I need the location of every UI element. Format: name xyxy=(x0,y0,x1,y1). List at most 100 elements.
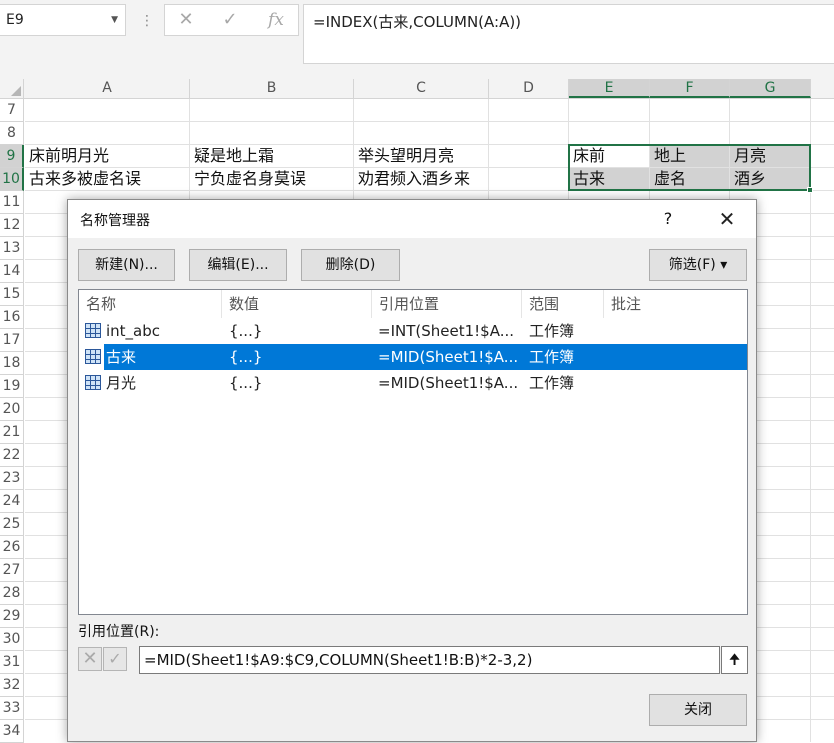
column-header-h[interactable] xyxy=(811,79,834,98)
row-header-32[interactable]: 32 xyxy=(0,674,24,697)
name-box[interactable]: E9 ▼ xyxy=(0,4,126,36)
row-header-19[interactable]: 19 xyxy=(0,375,24,398)
list-item-refers-to: =INT(Sheet1!$A... xyxy=(378,322,514,340)
delete-name-button[interactable]: 删除(D) xyxy=(301,249,400,281)
enter-formula-icon[interactable]: ✓ xyxy=(215,5,245,35)
cell-f10[interactable]: 虚名 xyxy=(650,168,729,190)
fill-handle[interactable] xyxy=(807,187,813,193)
row-header-24[interactable]: 24 xyxy=(0,490,24,513)
confirm-edit-icon[interactable]: ✓ xyxy=(103,647,127,671)
collapse-dialog-icon[interactable]: 🠉 xyxy=(721,646,748,674)
refers-to-label: 引用位置(R): xyxy=(78,624,160,640)
formula-bar-grip-icon[interactable]: ⋮ xyxy=(140,10,154,32)
list-item-scope: 工作簿 xyxy=(529,322,575,340)
list-item-scope: 工作簿 xyxy=(529,348,575,366)
row-header-25[interactable]: 25 xyxy=(0,513,24,536)
row-header-28[interactable]: 28 xyxy=(0,582,24,605)
filter-button[interactable]: 筛选(F) ▾ xyxy=(649,249,747,281)
formula-bar: E9 ▼ ⋮ ✕ ✓ fx =INDEX(古来,COLUMN(A:A)) xyxy=(0,0,834,80)
insert-function-icon[interactable]: fx xyxy=(261,5,291,35)
row-header-22[interactable]: 22 xyxy=(0,444,24,467)
named-range-icon xyxy=(85,349,101,364)
row-header-10[interactable]: 10 xyxy=(0,168,24,191)
select-all-button[interactable] xyxy=(0,79,24,98)
row-header-8[interactable]: 8 xyxy=(0,122,24,145)
cancel-formula-icon[interactable]: ✕ xyxy=(171,5,201,35)
row-header-20[interactable]: 20 xyxy=(0,398,24,421)
row-header-29[interactable]: 29 xyxy=(0,605,24,628)
cell-a10[interactable]: 古来多被虚名误 xyxy=(25,168,189,190)
cell-c9[interactable]: 举头望明月亮 xyxy=(354,145,488,167)
named-range-icon xyxy=(85,323,101,338)
row-header-9[interactable]: 9 xyxy=(0,145,24,168)
column-header-b[interactable]: B xyxy=(190,79,354,98)
list-item-name: 月光 xyxy=(106,374,137,392)
cell-e10[interactable]: 古来 xyxy=(569,168,649,190)
gridline xyxy=(810,99,811,742)
row-header-16[interactable]: 16 xyxy=(0,306,24,329)
new-name-button[interactable]: 新建(N)... xyxy=(78,249,175,281)
column-header-f[interactable]: F xyxy=(650,79,730,98)
cell-a9[interactable]: 床前明月光 xyxy=(25,145,189,167)
cell-g9[interactable]: 月亮 xyxy=(730,145,810,167)
row-header-30[interactable]: 30 xyxy=(0,628,24,651)
edit-name-button[interactable]: 编辑(E)... xyxy=(189,249,287,281)
row-header-13[interactable]: 13 xyxy=(0,237,24,260)
formula-bar-buttons: ✕ ✓ fx xyxy=(164,4,299,36)
column-header-d[interactable]: D xyxy=(489,79,569,98)
row-header-7[interactable]: 7 xyxy=(0,99,24,122)
row-header-17[interactable]: 17 xyxy=(0,329,24,352)
cell-c10[interactable]: 劝君频入酒乡来 xyxy=(354,168,488,190)
formula-input[interactable]: =INDEX(古来,COLUMN(A:A)) xyxy=(303,4,834,64)
dialog-title: 名称管理器 xyxy=(80,213,150,229)
name-box-value: E9 xyxy=(6,12,24,28)
list-item-selected[interactable]: 古来 {...} =MID(Sheet1!$A... 工作簿 xyxy=(85,344,747,370)
column-header-a[interactable]: A xyxy=(25,79,190,98)
gridline xyxy=(25,190,834,191)
cell-b10[interactable]: 宁负虚名身莫误 xyxy=(190,168,353,190)
cell-f9[interactable]: 地上 xyxy=(650,145,729,167)
list-item-value: {...} xyxy=(229,322,263,340)
list-item-name: int_abc xyxy=(106,322,161,340)
row-header-18[interactable]: 18 xyxy=(0,352,24,375)
row-header-23[interactable]: 23 xyxy=(0,467,24,490)
list-item-name: 古来 xyxy=(106,348,137,366)
row-header-31[interactable]: 31 xyxy=(0,651,24,674)
list-header-comment[interactable]: 批注 xyxy=(604,290,747,318)
row-header-12[interactable]: 12 xyxy=(0,214,24,237)
row-header-33[interactable]: 33 xyxy=(0,697,24,720)
list-item[interactable]: 月光 {...} =MID(Sheet1!$A... 工作簿 xyxy=(79,370,747,396)
cell-b9[interactable]: 疑是地上霜 xyxy=(190,145,353,167)
column-header-e[interactable]: E xyxy=(569,79,650,98)
list-item-scope: 工作簿 xyxy=(529,374,575,392)
column-header-g[interactable]: G xyxy=(730,79,811,98)
close-icon[interactable]: ✕ xyxy=(704,206,750,232)
cell-e9[interactable]: 床前 xyxy=(569,145,649,167)
names-list[interactable]: 名称 数值 引用位置 范围 批注 int_abc {...} =INT(Shee… xyxy=(78,289,748,615)
list-item-refers-to: =MID(Sheet1!$A... xyxy=(378,348,519,366)
row-header-14[interactable]: 14 xyxy=(0,260,24,283)
name-box-dropdown-icon[interactable]: ▼ xyxy=(111,5,118,35)
column-headers: A B C D E F G xyxy=(0,79,834,99)
row-header-26[interactable]: 26 xyxy=(0,536,24,559)
list-item-refers-to: =MID(Sheet1!$A... xyxy=(378,374,519,392)
row-header-34[interactable]: 34 xyxy=(0,720,24,743)
close-button[interactable]: 关闭 xyxy=(649,694,747,726)
cell-g10[interactable]: 酒乡 xyxy=(730,168,810,190)
dialog-titlebar[interactable]: 名称管理器 ? ✕ xyxy=(68,200,756,238)
list-item-value: {...} xyxy=(229,374,263,392)
list-item[interactable]: int_abc {...} =INT(Sheet1!$A... 工作簿 xyxy=(79,318,747,344)
named-range-icon xyxy=(85,375,101,390)
row-header-11[interactable]: 11 xyxy=(0,191,24,214)
list-header-scope[interactable]: 范围 xyxy=(522,290,604,318)
help-button[interactable]: ? xyxy=(646,206,690,232)
list-header-name[interactable]: 名称 xyxy=(79,290,222,318)
column-header-c[interactable]: C xyxy=(354,79,489,98)
row-header-15[interactable]: 15 xyxy=(0,283,24,306)
list-header-value[interactable]: 数值 xyxy=(222,290,372,318)
refers-to-input[interactable]: =MID(Sheet1!$A9:$C9,COLUMN(Sheet1!B:B)*2… xyxy=(139,646,720,674)
list-header-refers-to[interactable]: 引用位置 xyxy=(372,290,522,318)
row-header-21[interactable]: 21 xyxy=(0,421,24,444)
row-header-27[interactable]: 27 xyxy=(0,559,24,582)
cancel-edit-icon[interactable]: ✕ xyxy=(78,647,102,671)
